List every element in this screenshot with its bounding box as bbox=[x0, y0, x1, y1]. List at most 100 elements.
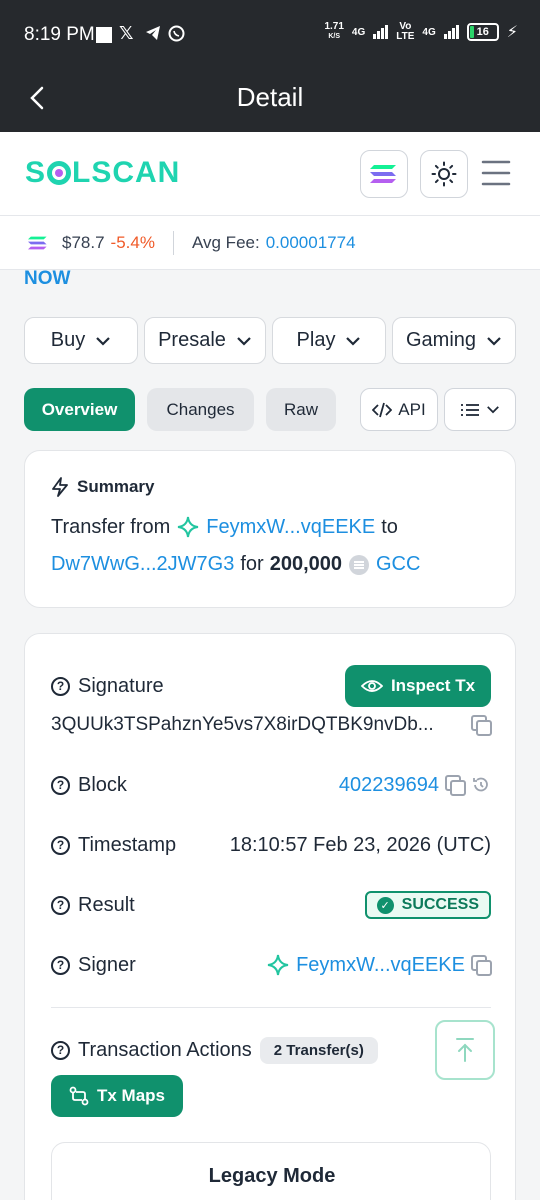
result-label: Result bbox=[78, 893, 135, 916]
telegram-icon bbox=[145, 25, 161, 46]
net-speed-value: 1.71 bbox=[324, 21, 344, 32]
tab-overview[interactable]: Overview bbox=[24, 388, 135, 431]
price-bar: $78.7 -5.4% Avg Fee: 0.00001774 bbox=[0, 216, 540, 270]
timestamp-label-wrap: ? Timestamp bbox=[51, 834, 176, 857]
actions-label-wrap: ? Transaction Actions bbox=[51, 1039, 252, 1062]
list-view-dropdown[interactable] bbox=[444, 388, 516, 431]
divider bbox=[172, 230, 174, 255]
route-icon bbox=[69, 1086, 89, 1106]
network-type-2: 4G bbox=[422, 26, 436, 38]
scroll-to-top-button[interactable] bbox=[435, 1020, 495, 1080]
signal-1-icon bbox=[373, 25, 389, 39]
signature-row: ? Signature Inspect Tx bbox=[51, 665, 491, 707]
block-link[interactable]: 402239694 bbox=[339, 774, 439, 797]
help-icon[interactable]: ? bbox=[51, 955, 70, 975]
app-bar: Detail bbox=[0, 70, 540, 132]
to-address-link[interactable]: Dw7WwG...2JW7G3 bbox=[51, 553, 234, 576]
inspect-tx-button[interactable]: Inspect Tx bbox=[345, 665, 491, 707]
signer-value-wrap: FeymxW...vqEEKE bbox=[266, 953, 492, 977]
solana-network-button[interactable] bbox=[360, 150, 408, 198]
menu-icon bbox=[481, 160, 511, 186]
signature-label-wrap: ? Signature bbox=[51, 675, 164, 698]
transaction-actions-row: ? Transaction Actions 2 Transfer(s) bbox=[51, 1035, 421, 1065]
help-icon[interactable]: ? bbox=[51, 895, 70, 915]
token-icon bbox=[349, 554, 369, 575]
sparkle-icon bbox=[178, 516, 199, 538]
tab-raw[interactable]: Raw bbox=[266, 388, 336, 431]
transaction-details-card: ? Signature Inspect Tx 3QUUk3TSPahznYe5v… bbox=[24, 633, 516, 1200]
sol-price: $78.7 bbox=[62, 232, 105, 252]
legacy-mode-title: Legacy Mode bbox=[208, 1165, 336, 1187]
help-icon[interactable]: ? bbox=[51, 835, 70, 855]
arrow-up-icon bbox=[456, 1038, 474, 1062]
summary-text: Transfer from bbox=[51, 515, 171, 538]
signature-value-row: 3QUUk3TSPahznYe5vs7X8irDQTBK9nvDb... bbox=[51, 714, 492, 736]
dropdown-buy[interactable]: Buy bbox=[24, 317, 138, 364]
signature-value[interactable]: 3QUUk3TSPahznYe5vs7X8irDQTBK9nvDb... bbox=[51, 714, 461, 736]
block-label-wrap: ? Block bbox=[51, 774, 127, 797]
volte-indicator: Vo LTE bbox=[396, 22, 414, 42]
solscan-logo[interactable]: S LSCAN bbox=[25, 156, 180, 190]
site-header: S LSCAN bbox=[0, 132, 540, 216]
signer-link[interactable]: FeymxW...vqEEKE bbox=[296, 954, 465, 977]
help-icon[interactable]: ? bbox=[51, 676, 70, 696]
signature-label: Signature bbox=[78, 674, 164, 697]
result-row: ? Result ✓ SUCCESS bbox=[51, 890, 491, 920]
dropdown-play[interactable]: Play bbox=[272, 317, 386, 364]
eye-icon bbox=[360, 680, 383, 692]
copy-icon[interactable] bbox=[471, 955, 492, 976]
api-button[interactable]: API bbox=[360, 388, 438, 431]
notification-square-icon bbox=[96, 27, 112, 43]
transfers-count-badge: 2 Transfer(s) bbox=[259, 1036, 378, 1064]
sparkle-icon bbox=[267, 954, 289, 976]
net-speed-unit: K/S bbox=[328, 33, 341, 40]
result-label-wrap: ? Result bbox=[51, 894, 135, 917]
list-icon bbox=[461, 403, 479, 416]
help-icon[interactable]: ? bbox=[51, 775, 70, 795]
chevron-down-icon bbox=[487, 406, 499, 414]
token-link[interactable]: GCC bbox=[376, 553, 420, 576]
dropdown-label: Buy bbox=[50, 329, 86, 351]
signer-row: ? Signer FeymxW...vqEEKE bbox=[51, 950, 492, 980]
status-bar: 8:19 PM 𝕏 1.71 K/S 4G Vo LTE 4G 16 ⚡ bbox=[0, 0, 540, 70]
volte-bottom: LTE bbox=[396, 31, 415, 42]
x-app-icon: 𝕏 bbox=[119, 23, 134, 43]
from-address-link[interactable]: FeymxW...vqEEKE bbox=[206, 516, 375, 539]
signal-2-icon bbox=[443, 25, 459, 39]
avg-fee-value[interactable]: 0.00001774 bbox=[266, 233, 356, 253]
avg-fee-label: Avg Fee: bbox=[191, 232, 260, 252]
block-row: ? Block 402239694 bbox=[51, 770, 491, 800]
dropdown-presale[interactable]: Presale bbox=[144, 317, 266, 364]
tx-maps-button[interactable]: Tx Maps bbox=[51, 1075, 183, 1117]
block-label: Block bbox=[78, 773, 127, 796]
hamburger-menu-button[interactable] bbox=[480, 158, 512, 188]
summary-line-2: Dw7WwG...2JW7G3 for 200,000 GCC bbox=[51, 553, 420, 576]
legacy-mode-panel: Legacy Mode bbox=[51, 1142, 491, 1200]
chevron-down-icon bbox=[487, 336, 501, 346]
copy-icon[interactable] bbox=[471, 715, 492, 736]
banner-now[interactable]: NOW bbox=[24, 268, 70, 290]
battery-icon: 16 bbox=[466, 23, 499, 41]
help-icon[interactable]: ? bbox=[51, 1040, 70, 1060]
whatsapp-icon bbox=[168, 25, 185, 47]
signer-label-wrap: ? Signer bbox=[51, 954, 136, 977]
net-speed: 1.71 K/S bbox=[324, 22, 343, 42]
theme-toggle-button[interactable] bbox=[420, 150, 468, 198]
copy-icon[interactable] bbox=[445, 775, 466, 796]
check-circle-icon: ✓ bbox=[376, 896, 394, 914]
chevron-down-icon bbox=[346, 336, 361, 346]
tab-changes[interactable]: Changes bbox=[147, 388, 254, 431]
sun-icon bbox=[431, 161, 457, 187]
summary-title: Summary bbox=[77, 477, 155, 496]
solana-icon bbox=[370, 165, 396, 183]
network-type-1: 4G bbox=[351, 26, 366, 38]
api-label: API bbox=[398, 399, 426, 419]
timestamp-value: 18:10:57 Feb 23, 2026 (UTC) bbox=[229, 833, 491, 856]
summary-text: to bbox=[381, 515, 398, 538]
summary-text: for bbox=[240, 553, 264, 575]
battery-level: 16 bbox=[476, 26, 489, 38]
dropdown-gaming[interactable]: Gaming bbox=[392, 317, 516, 364]
dropdown-label: Play bbox=[296, 329, 336, 351]
history-icon[interactable] bbox=[471, 775, 491, 795]
tx-maps-label: Tx Maps bbox=[96, 1086, 166, 1105]
